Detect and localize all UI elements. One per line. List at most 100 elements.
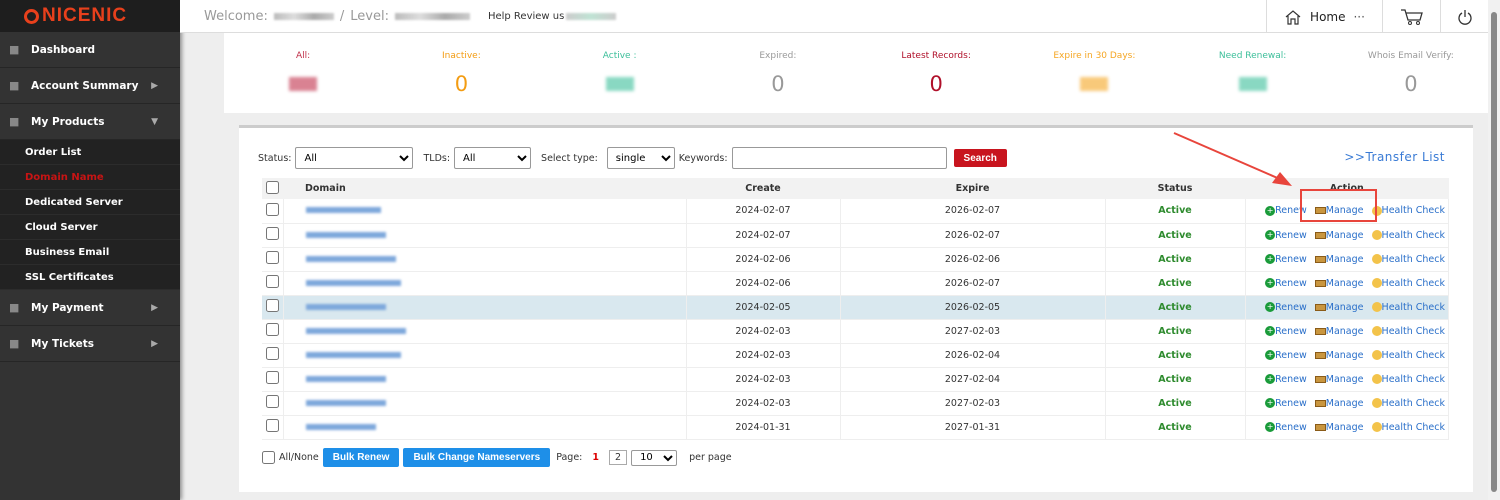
domain-blurred[interactable]	[305, 207, 381, 214]
domain-blurred[interactable]	[305, 231, 386, 238]
table-row[interactable]: 2024-02-07 2026-02-07 Active + Renew Mana…	[262, 199, 1449, 224]
bulk-renew-button[interactable]: Bulk Renew	[322, 448, 400, 467]
health-check-link[interactable]: Health Check	[1371, 278, 1445, 289]
row-checkbox[interactable]	[265, 395, 279, 408]
table-row[interactable]: 2024-02-03 2026-02-04 Active + Renew Mana…	[262, 343, 1449, 368]
domain-cell[interactable]	[283, 295, 687, 320]
scrollbar-thumb[interactable]	[1491, 12, 1497, 492]
per-page-select[interactable]: 10	[631, 449, 678, 466]
domain-blurred[interactable]	[305, 375, 386, 382]
stat-5[interactable]: Expire in 30 Days:	[1015, 33, 1173, 113]
health-check-link[interactable]: Health Check	[1371, 326, 1445, 337]
submenu-ssl-certificates[interactable]: SSL Certificates	[0, 265, 180, 290]
row-checkbox[interactable]	[265, 251, 279, 264]
stat-1[interactable]: Inactive: 0	[382, 33, 540, 113]
row-checkbox[interactable]	[265, 275, 279, 288]
renew-link[interactable]: + Renew	[1265, 374, 1307, 385]
more-icon[interactable]: ···	[1353, 10, 1364, 24]
submenu-dedicated-server[interactable]: Dedicated Server	[0, 190, 180, 215]
logout-button[interactable]	[1440, 0, 1488, 33]
renew-link[interactable]: + Renew	[1265, 350, 1307, 361]
transfer-list-link[interactable]: >>Transfer List	[1344, 150, 1445, 164]
stat-4[interactable]: Latest Records: 0	[857, 33, 1015, 113]
domain-cell[interactable]	[283, 247, 687, 272]
renew-link[interactable]: + Renew	[1265, 422, 1307, 433]
manage-link[interactable]: Manage	[1314, 278, 1364, 289]
manage-link[interactable]: Manage	[1314, 350, 1364, 361]
tlds-select[interactable]: All	[454, 147, 532, 169]
table-row[interactable]: 2024-02-03 2027-02-03 Active + Renew Mana…	[262, 319, 1449, 344]
table-row[interactable]: 2024-02-03 2027-02-03 Active + Renew Mana…	[262, 391, 1449, 416]
type-select[interactable]: single	[606, 147, 675, 169]
logo[interactable]: NICENIC	[0, 0, 180, 32]
submenu-domain-name[interactable]: Domain Name	[0, 165, 180, 190]
stat-value[interactable]: 0	[929, 72, 942, 96]
manage-link[interactable]: Manage	[1314, 230, 1364, 241]
manage-link[interactable]: Manage	[1314, 205, 1364, 216]
health-check-link[interactable]: Health Check	[1371, 350, 1445, 361]
row-checkbox[interactable]	[265, 202, 279, 216]
domain-cell[interactable]	[283, 343, 687, 368]
renew-link[interactable]: + Renew	[1265, 326, 1307, 337]
table-row[interactable]: 2024-02-03 2027-02-04 Active + Renew Mana…	[262, 367, 1449, 392]
sidebar-item-account-summary[interactable]: ■ Account Summary ▶	[0, 68, 180, 104]
stat-0[interactable]: All:	[224, 33, 382, 113]
table-row[interactable]: 2024-01-31 2027-01-31 Active + Renew Mana…	[262, 415, 1449, 440]
row-checkbox[interactable]	[265, 347, 279, 360]
submenu-cloud-server[interactable]: Cloud Server	[0, 215, 180, 240]
health-check-link[interactable]: Health Check	[1371, 422, 1445, 433]
cart-button[interactable]	[1382, 0, 1440, 33]
domain-cell[interactable]	[283, 271, 687, 296]
domain-blurred[interactable]	[305, 399, 386, 406]
health-check-link[interactable]: Health Check	[1371, 374, 1445, 385]
keywords-input[interactable]	[731, 147, 947, 169]
table-row[interactable]: 2024-02-05 2026-02-05 Active + Renew Mana…	[262, 295, 1449, 320]
renew-link[interactable]: + Renew	[1265, 254, 1307, 265]
manage-link[interactable]: Manage	[1314, 302, 1364, 313]
manage-link[interactable]: Manage	[1314, 398, 1364, 409]
domain-cell[interactable]	[283, 415, 687, 440]
stat-value[interactable]: 0	[771, 72, 784, 96]
health-check-link[interactable]: Health Check	[1371, 398, 1445, 409]
stat-2[interactable]: Active :	[541, 33, 699, 113]
stat-7[interactable]: Whois Email Verify: 0	[1332, 33, 1490, 113]
health-check-link[interactable]: Health Check	[1371, 230, 1445, 241]
select-all-checkbox[interactable]	[266, 180, 279, 194]
scrollbar[interactable]	[1488, 0, 1500, 500]
renew-link[interactable]: + Renew	[1265, 278, 1307, 289]
domain-blurred[interactable]	[305, 255, 396, 262]
domain-blurred[interactable]	[305, 303, 386, 310]
sidebar-item-dashboard[interactable]: ■ Dashboard	[0, 32, 180, 68]
health-check-link[interactable]: Health Check	[1371, 302, 1445, 313]
stat-value[interactable]: 0	[455, 72, 468, 96]
domain-blurred[interactable]	[305, 423, 376, 430]
domain-cell[interactable]	[283, 223, 687, 248]
stat-6[interactable]: Need Renewal:	[1174, 33, 1332, 113]
row-checkbox[interactable]	[265, 419, 279, 432]
manage-link[interactable]: Manage	[1314, 374, 1364, 385]
row-checkbox[interactable]	[265, 323, 279, 336]
search-button[interactable]: Search	[953, 149, 1007, 167]
all-none-label[interactable]: All/None	[279, 452, 319, 463]
health-check-link[interactable]: Health Check	[1371, 205, 1445, 216]
manage-link[interactable]: Manage	[1314, 254, 1364, 265]
all-none-checkbox[interactable]	[262, 451, 275, 464]
renew-link[interactable]: + Renew	[1265, 205, 1307, 216]
domain-cell[interactable]	[283, 199, 687, 224]
help-review[interactable]: Help Review us	[488, 11, 617, 22]
domain-cell[interactable]	[283, 391, 687, 416]
domain-cell[interactable]	[283, 367, 687, 392]
status-select[interactable]: All	[295, 147, 414, 169]
manage-link[interactable]: Manage	[1314, 422, 1364, 433]
domain-blurred[interactable]	[305, 279, 401, 286]
stat-value[interactable]: 0	[1404, 72, 1417, 96]
sidebar-item-my-products[interactable]: ■ My Products ▼	[0, 104, 180, 140]
bulk-change-nameservers-button[interactable]: Bulk Change Nameservers	[403, 448, 551, 467]
table-row[interactable]: 2024-02-06 2026-02-07 Active + Renew Mana…	[262, 271, 1449, 296]
header-expire[interactable]: Expire	[840, 178, 1105, 199]
domain-blurred[interactable]	[305, 327, 406, 334]
row-checkbox[interactable]	[265, 299, 279, 312]
home-button[interactable]: Home ···	[1266, 0, 1382, 33]
domain-cell[interactable]	[283, 319, 687, 344]
submenu-business-email[interactable]: Business Email	[0, 240, 180, 265]
